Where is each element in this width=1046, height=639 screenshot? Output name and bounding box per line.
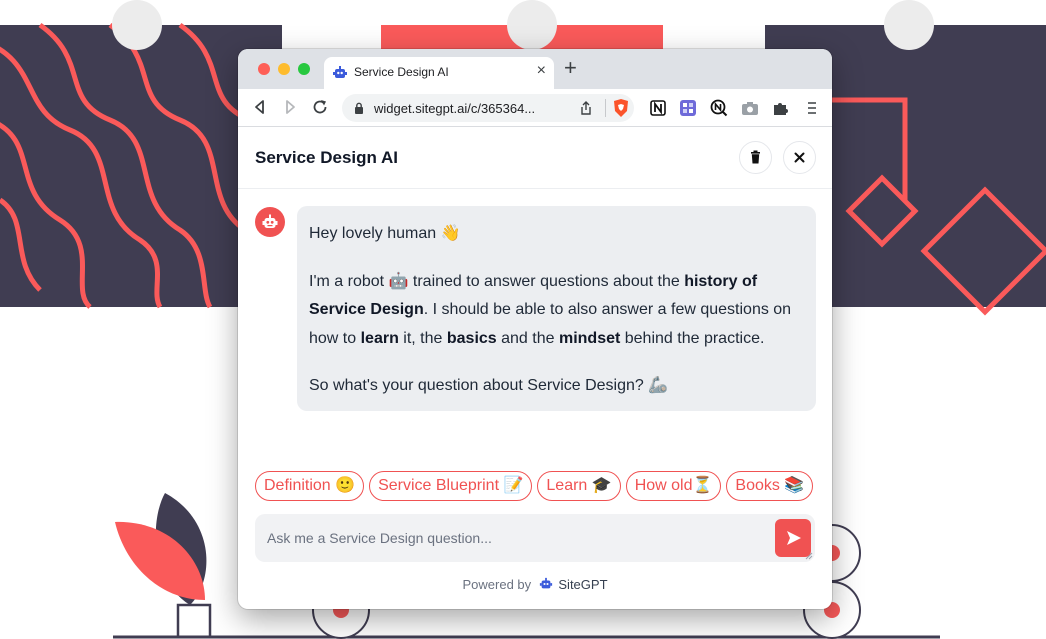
chat-input[interactable] [267, 528, 757, 548]
address-bar[interactable]: widget.sitegpt.ai/c/365364... [342, 94, 634, 122]
message-text: it, the [398, 329, 447, 347]
close-widget-button[interactable] [783, 141, 816, 174]
maximize-window-button[interactable] [298, 63, 310, 75]
tab-service-design-ai[interactable]: Service Design AI × [324, 57, 554, 89]
suggestion-chips: Definition 🙂 Service Blueprint 📝 Learn 🎓 Ho… [255, 471, 818, 501]
robot-favicon-icon [333, 66, 347, 78]
message-text: behind the practice. [620, 329, 765, 347]
widget-header: Service Design AI [238, 127, 832, 189]
minimize-window-button[interactable] [278, 63, 290, 75]
bot-message-bubble: Hey lovely human 👋 I'm a robot 🤖 trained… [297, 206, 816, 411]
back-icon[interactable] [250, 97, 270, 117]
new-tab-button[interactable]: + [564, 56, 577, 80]
robot-icon [262, 214, 278, 228]
menu-icon[interactable] [803, 99, 821, 117]
message-emphasis: basics [446, 329, 497, 347]
resize-grip-icon[interactable] [805, 552, 813, 560]
camera-icon[interactable] [741, 99, 759, 117]
puzzle-icon[interactable] [772, 99, 790, 117]
message-greeting: Hey lovely human 👋 [309, 225, 461, 242]
message-emphasis: mindset [558, 329, 621, 347]
suggestion-chip[interactable]: How old⏳ [625, 471, 722, 501]
powered-prefix: Powered by [462, 577, 532, 592]
notion-icon[interactable] [649, 99, 667, 117]
share-icon[interactable] [578, 100, 594, 116]
powered-brand-link[interactable]: SiteGPT [558, 577, 607, 592]
clear-chat-button[interactable] [739, 141, 772, 174]
widget-title: Service Design AI [255, 148, 398, 167]
sitegpt-logo-icon [539, 577, 552, 589]
reload-icon[interactable] [310, 97, 330, 117]
message-intro: I'm a robot 🤖 trained to answer question… [309, 268, 804, 354]
chat-input-box [255, 514, 815, 562]
bot-avatar [255, 207, 285, 237]
grid-icon[interactable] [679, 99, 697, 117]
address-divider [605, 99, 606, 117]
suggestion-chip[interactable]: Definition 🙂 [255, 471, 365, 501]
brave-shield-icon[interactable] [612, 98, 630, 118]
lock-icon [355, 102, 363, 114]
message-question: So what's your question about Service De… [309, 377, 669, 394]
forward-icon[interactable] [280, 97, 300, 117]
trash-icon [751, 150, 760, 164]
close-window-button[interactable] [258, 63, 270, 75]
message-emphasis: learn [360, 329, 399, 347]
suggestion-chip[interactable]: Service Blueprint 📝 [369, 471, 533, 501]
tab-title: Service Design AI [354, 65, 449, 79]
tab-close-icon[interactable]: × [537, 62, 546, 80]
close-icon [794, 152, 805, 163]
suggestion-chip[interactable]: Books 📚 [726, 471, 814, 501]
message-text: I'm a robot 🤖 trained to answer question… [309, 272, 685, 290]
browser-window: Service Design AI × + widget.sitegpt.ai/… [238, 49, 832, 609]
tab-strip: Service Design AI × + [238, 49, 832, 89]
message-text: and the [496, 329, 559, 347]
url-text: widget.sitegpt.ai/c/365364... [374, 101, 536, 116]
suggestion-chip[interactable]: Learn 🎓 [537, 471, 621, 501]
n-circle-icon[interactable] [710, 99, 728, 117]
powered-by: Powered by SiteGPT [238, 577, 832, 592]
browser-toolbar: widget.sitegpt.ai/c/365364... [238, 89, 832, 127]
scene: Service Design AI × + widget.sitegpt.ai/… [0, 0, 1046, 639]
